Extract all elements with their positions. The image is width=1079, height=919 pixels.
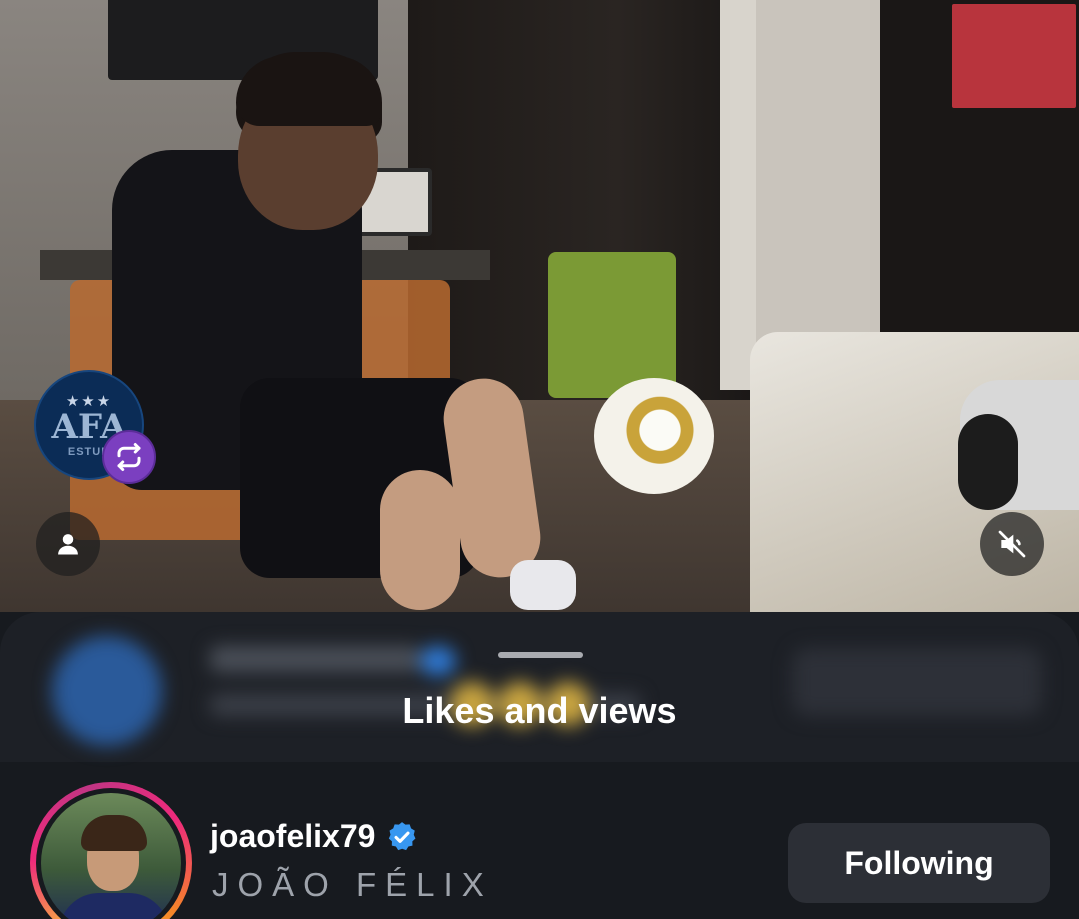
person-icon[interactable] (36, 512, 100, 576)
story-ring[interactable] (30, 782, 192, 919)
list-item[interactable]: joaofelix79 JOÃO FÉLIX Following (0, 770, 1079, 919)
verified-badge-icon (389, 821, 416, 850)
video-scene-green-chair (548, 252, 676, 398)
video-scene-person-leg-lower (380, 470, 460, 610)
username-row[interactable]: joaofelix79 (210, 818, 419, 855)
repost-icon[interactable] (102, 430, 156, 484)
blurred-verified-icon (420, 646, 456, 676)
avatar[interactable] (41, 793, 181, 919)
video-scene-shelf (720, 0, 756, 390)
following-button[interactable]: Following (788, 823, 1050, 903)
sheet-grabber[interactable] (498, 652, 583, 658)
video-scene-person-hair-top (236, 56, 382, 126)
speaker-muted-icon[interactable] (980, 512, 1044, 576)
full-name: JOÃO FÉLIX (212, 866, 493, 903)
video-scene-sock (510, 560, 576, 610)
blurred-username (210, 646, 420, 672)
video-scene-football (594, 378, 714, 494)
sheet-title: Likes and views (402, 690, 677, 731)
video-scene-shoe-sole (958, 414, 1018, 510)
video-player[interactable]: ★★★ AFA ESTUD (0, 0, 1079, 612)
username[interactable]: joaofelix79 (210, 818, 375, 855)
video-scene-poster (952, 4, 1076, 108)
